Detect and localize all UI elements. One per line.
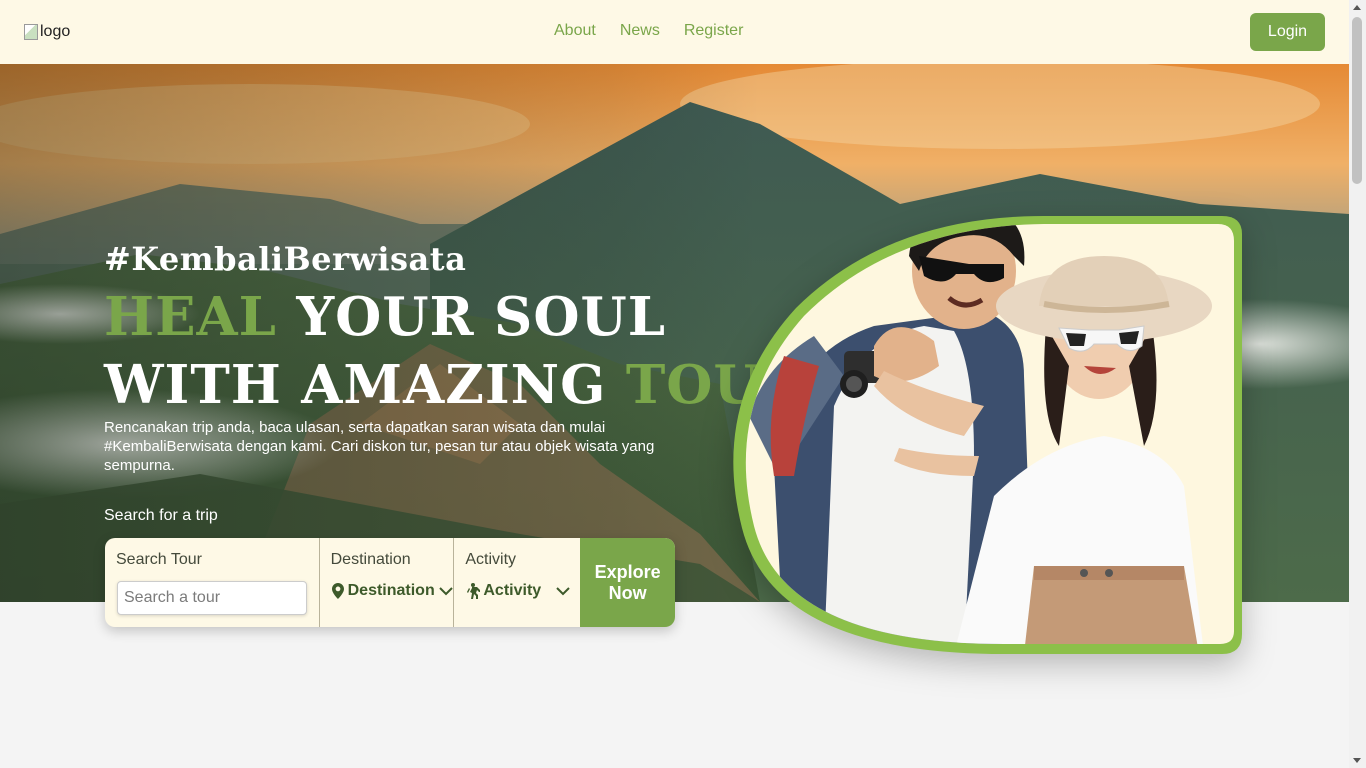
activity-value: Activity [483,582,542,599]
headline-line-2: WITH AMAZING TOUR [104,351,806,419]
chevron-down-icon [556,587,570,596]
headline-line-1: HEAL YOUR SOUL [104,283,806,351]
explore-now-button[interactable]: Explore Now [580,538,675,627]
page-scrollbar[interactable] [1349,0,1366,768]
headline-highlight-heal: HEAL [104,286,277,348]
chevron-down-icon [439,587,453,596]
nav-links: About News Register [554,22,743,40]
search-section-label: Search for a trip [104,507,218,524]
scroll-down-arrow-icon[interactable] [1353,758,1361,763]
logo[interactable]: logo [24,23,70,41]
destination-select[interactable]: Destination [331,582,453,600]
login-button[interactable]: Login [1250,13,1325,51]
search-tour-input[interactable] [117,581,307,615]
headline-text-with-amazing: WITH AMAZING [104,354,607,416]
scrollbar-thumb[interactable] [1352,17,1362,184]
headline-text-your-soul: YOUR SOUL [296,286,666,348]
broken-image-icon [24,24,38,40]
nav-link-about[interactable]: About [554,22,596,40]
scroll-up-arrow-icon[interactable] [1353,5,1361,10]
hero-photo-frame [724,216,1242,654]
search-tour-label: Search Tour [116,551,202,568]
hero-description: Rencanakan trip anda, baca ulasan, serta… [104,419,655,474]
explore-label-line-1: Explore [594,561,661,582]
trip-search-form: Search Tour Destination Destination Acti… [105,538,675,627]
activity-label: Activity [465,551,517,568]
activity-select[interactable]: Activity [466,582,570,600]
nav-link-register[interactable]: Register [684,22,744,40]
explore-label-line-2: Now [608,582,647,603]
activity-field: Activity Activity [454,538,580,627]
travelers-photo [733,216,1242,654]
hero-tagline: #KembaliBerwisata [104,240,467,278]
destination-value: Destination [347,582,435,599]
explore-button-label: Explore Now [595,562,661,604]
hero-headline: HEAL YOUR SOUL WITH AMAZING TOUR [104,283,806,419]
logo-alt-text: logo [40,23,71,40]
destination-label: Destination [330,551,411,568]
search-tour-field: Search Tour [105,538,320,627]
nav-link-news[interactable]: News [620,22,660,40]
navbar: logo About News Register Login [0,0,1349,64]
destination-field: Destination Destination [320,538,455,627]
hiking-icon [467,583,481,599]
map-pin-icon [331,583,344,599]
